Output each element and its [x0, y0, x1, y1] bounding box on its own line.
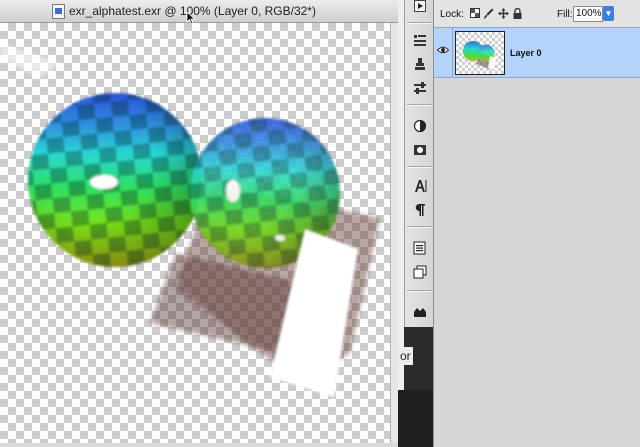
- paragraph-icon[interactable]: [409, 200, 430, 220]
- lock-all-icon[interactable]: [512, 7, 522, 20]
- 3d-icon[interactable]: [409, 302, 430, 322]
- lock-position-icon[interactable]: [498, 8, 509, 20]
- layer-name: Layer 0: [510, 48, 542, 58]
- play-icon[interactable]: [409, 0, 430, 16]
- document-icon: [52, 4, 65, 19]
- lock-toolbar: Lock: Fill: 100% ▼: [434, 0, 640, 28]
- clone-source-icon[interactable]: [409, 54, 430, 74]
- layer-thumbnail: [455, 31, 505, 75]
- dock-separator: [407, 22, 432, 24]
- character-icon[interactable]: [409, 176, 430, 196]
- layer-comps-icon[interactable]: [409, 262, 430, 282]
- eye-icon: [437, 46, 449, 54]
- dock-separator: [407, 290, 432, 292]
- tool-presets-icon[interactable]: [409, 78, 430, 98]
- partially-hidden-label: or: [398, 347, 413, 365]
- workspace-background: [398, 390, 433, 447]
- masks-icon[interactable]: [409, 140, 430, 160]
- layer-row[interactable]: Layer 0: [434, 28, 640, 78]
- document-titlebar[interactable]: exr_alphatest.exr @ 100% (Layer 0, RGB/3…: [0, 0, 398, 25]
- document-status-bar: [0, 443, 398, 447]
- layer-visibility-toggle[interactable]: [434, 28, 453, 77]
- fill-label: Fill:: [557, 9, 573, 20]
- lock-transparent-pixels-icon[interactable]: [470, 8, 480, 20]
- dock-separator: [407, 226, 432, 228]
- brush-presets-icon[interactable]: [409, 30, 430, 50]
- lock-label: Lock:: [440, 9, 464, 20]
- document-canvas[interactable]: [0, 23, 390, 447]
- lock-image-pixels-icon[interactable]: [484, 8, 494, 20]
- dock-separator: [407, 166, 432, 168]
- adjustments-icon[interactable]: [409, 116, 430, 136]
- fill-input[interactable]: 100%: [573, 6, 603, 22]
- layers-list-empty-area: [434, 78, 640, 447]
- fill-dropdown-button[interactable]: ▼: [603, 6, 614, 21]
- panel-dock: [404, 0, 435, 327]
- layers-panel: Lock: Fill: 100% ▼ Layer 0: [433, 0, 640, 447]
- dock-separator: [407, 104, 432, 106]
- canvas-image: [0, 43, 380, 397]
- notes-icon[interactable]: [409, 238, 430, 258]
